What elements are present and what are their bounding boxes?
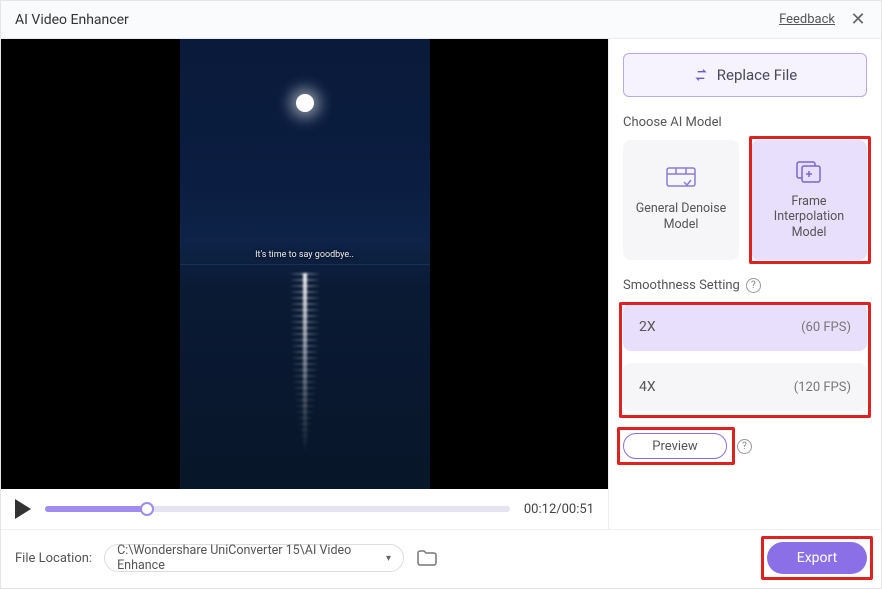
smoothness-2x-mult: 2X [639,319,656,335]
chevron-down-icon: ▾ [386,553,391,564]
preview-row: Preview ? [623,433,867,459]
file-location-path: C:\Wondershare UniConverter 15\AI Video … [117,543,386,573]
smoothness-section: Smoothness Setting ? 2X (60 FPS) 4X (120… [623,278,867,411]
seek-bar[interactable] [45,506,510,512]
export-button[interactable]: Export [767,542,867,574]
export-label: Export [797,550,837,566]
help-icon[interactable]: ? [746,278,761,293]
feedback-link[interactable]: Feedback [779,12,835,27]
side-panel: Replace File Choose AI Model General Den… [609,39,881,529]
time-total: 00:51 [562,502,594,517]
titlebar: AI Video Enhancer Feedback ✕ [1,1,881,39]
smoothness-2x[interactable]: 2X (60 FPS) [623,303,867,351]
video-frame: It's time to say goodbye.. [1,39,608,489]
model-frame-interp-label: Frame Interpolation Model [759,194,859,241]
smoothness-section-label: Smoothness Setting ? [623,278,867,293]
time-current: 00:12 [524,502,556,517]
play-icon[interactable] [15,499,31,519]
folder-icon [417,550,437,566]
model-row: General Denoise Model Frame Interpolatio… [623,140,867,260]
frame-interp-icon [794,160,824,184]
smoothness-4x[interactable]: 4X (120 FPS) [623,363,867,411]
seek-thumb[interactable] [140,502,154,516]
horizon-line [180,264,430,265]
video-caption: It's time to say goodbye.. [255,250,354,260]
footer-left: File Location: C:\Wondershare UniConvert… [15,544,438,572]
main-area: It's time to say goodbye.. 00:12/00:51 R… [1,39,881,529]
smoothness-4x-mult: 4X [639,379,656,395]
titlebar-right: Feedback ✕ [779,9,867,30]
model-frame-interpolation[interactable]: Frame Interpolation Model [751,140,867,260]
file-location-label: File Location: [15,551,92,566]
file-location-select[interactable]: C:\Wondershare UniConverter 15\AI Video … [104,544,404,572]
model-section: Choose AI Model General Denoise Model Fr… [623,115,867,260]
open-folder-button[interactable] [416,549,438,567]
smoothness-2x-fps: (60 FPS) [801,320,851,335]
replace-file-label: Replace File [717,66,798,84]
video-pane: It's time to say goodbye.. 00:12/00:51 [1,39,609,529]
denoise-icon [666,167,696,191]
model-denoise-label: General Denoise Model [631,201,731,232]
close-icon[interactable]: ✕ [849,9,867,30]
smoothness-4x-fps: (120 FPS) [794,380,851,395]
video-content: It's time to say goodbye.. [180,39,430,489]
smoothness-label-text: Smoothness Setting [623,278,740,293]
app-title: AI Video Enhancer [15,12,129,28]
seek-fill [45,506,147,512]
footer: File Location: C:\Wondershare UniConvert… [1,529,881,588]
model-section-label: Choose AI Model [623,115,867,130]
model-general-denoise[interactable]: General Denoise Model [623,140,739,260]
preview-help-icon[interactable]: ? [737,439,752,454]
preview-label: Preview [652,439,697,454]
timecode: 00:12/00:51 [524,502,594,517]
swap-icon [693,67,709,83]
reflection-graphic [303,273,307,453]
smoothness-list: 2X (60 FPS) 4X (120 FPS) [623,303,867,411]
preview-button[interactable]: Preview [623,433,727,459]
moon-graphic [296,94,314,112]
playback-controls: 00:12/00:51 [1,489,608,529]
app-window: AI Video Enhancer Feedback ✕ It's time t… [0,0,882,589]
replace-file-button[interactable]: Replace File [623,53,867,97]
